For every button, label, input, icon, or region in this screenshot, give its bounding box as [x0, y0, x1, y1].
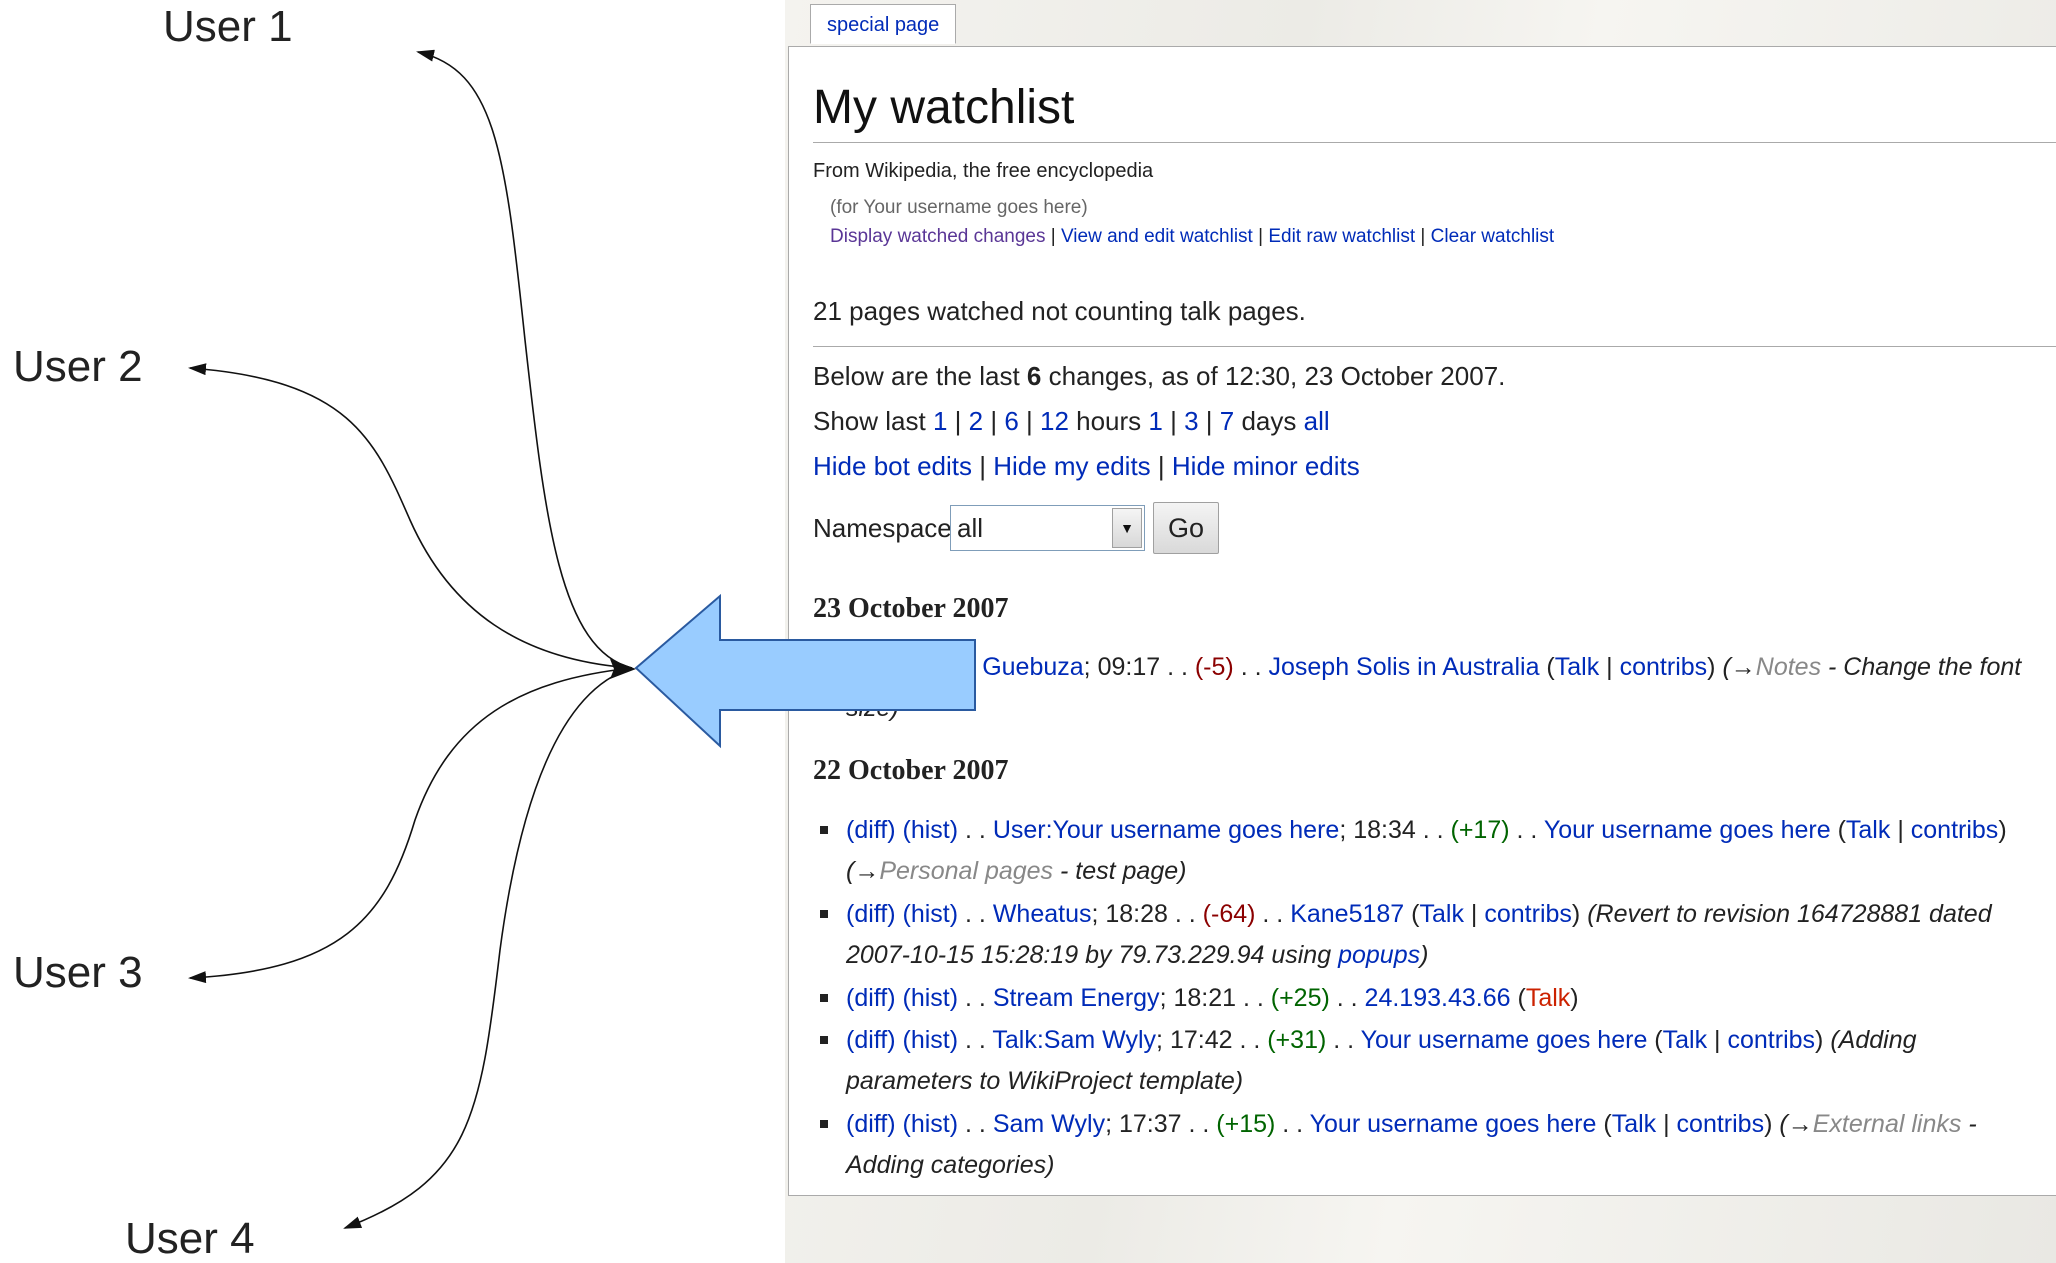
user-label-1: User 1 — [163, 2, 293, 51]
special-page-tab[interactable]: special page — [810, 4, 957, 44]
user-label-3: User 3 — [13, 948, 143, 997]
arrow-shape — [634, 593, 976, 749]
user-label-2: User 2 — [13, 342, 143, 391]
diagram-canvas: special page My watchlist From Wikipedia… — [0, 0, 2056, 1263]
user-label-4: User 4 — [125, 1214, 255, 1263]
big-blue-arrow — [634, 593, 976, 749]
